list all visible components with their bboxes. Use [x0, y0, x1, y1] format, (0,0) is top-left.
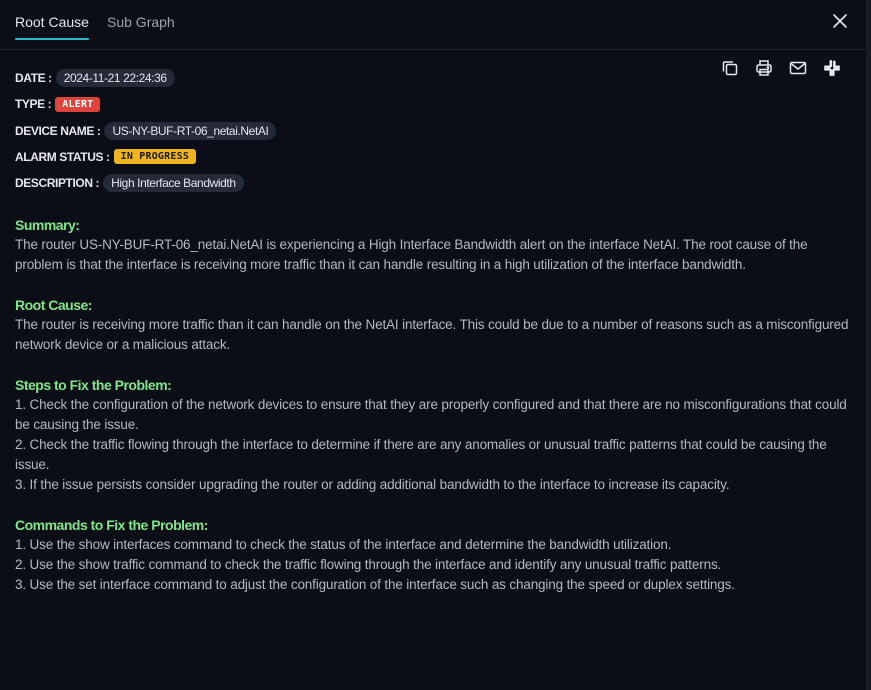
- steps-text: 1. Check the configuration of the networ…: [15, 395, 855, 495]
- action-toolbar: [720, 58, 841, 77]
- steps-line: 3. If the issue persists consider upgrad…: [15, 477, 730, 492]
- commands-line: 3. Use the set interface command to adju…: [15, 577, 735, 592]
- status-badge: IN PROGRESS: [113, 149, 197, 165]
- meta-row-device: DEVICE NAME : US-NY-BUF-RT-06_netai.NetA…: [15, 121, 277, 141]
- type-label: TYPE :: [15, 97, 52, 112]
- meta-row-type: TYPE : ALERT: [15, 94, 276, 114]
- summary-title: Summary:: [15, 217, 80, 233]
- steps-line: 1. Check the configuration of the networ…: [15, 397, 847, 412]
- summary-line: The router US-NY-BUF-RT-06_netai.NetAI i…: [15, 237, 808, 252]
- tab-root-cause[interactable]: Root Cause: [15, 14, 89, 40]
- alarm-meta: DATE : 2024-11-21 22:24:36 TYPE : ALERT …: [15, 68, 277, 199]
- steps-line: be causing the issue.: [15, 417, 139, 432]
- commands-section: Commands to Fix the Problem: 1. Use the …: [15, 515, 855, 595]
- commands-line: 1. Use the show interfaces command to ch…: [15, 537, 672, 552]
- device-name-value: US-NY-BUF-RT-06_netai.NetAI: [104, 121, 277, 140]
- root-cause-section: Root Cause: The router is receiving more…: [15, 295, 855, 355]
- description-label: DESCRIPTION :: [15, 176, 100, 191]
- close-icon[interactable]: [832, 13, 848, 29]
- root-cause-text: The router is receiving more traffic tha…: [15, 315, 855, 355]
- steps-line: 2. Check the traffic flowing through the…: [15, 437, 827, 452]
- description-value: High Interface Bandwidth: [103, 174, 244, 193]
- date-label: DATE :: [15, 71, 52, 85]
- steps-line: issue.: [15, 457, 50, 472]
- analysis-content: Summary: The router US-NY-BUF-RT-06_neta…: [15, 215, 855, 615]
- tab-sub-graph[interactable]: Sub Graph: [107, 14, 175, 30]
- commands-title: Commands to Fix the Problem:: [15, 517, 208, 533]
- print-icon[interactable]: [754, 58, 773, 77]
- alarm-status-label: ALARM STATUS :: [15, 149, 110, 164]
- slack-icon[interactable]: [822, 58, 841, 77]
- device-name-label: DEVICE NAME :: [15, 123, 101, 138]
- panel-header: Root Cause Sub Graph: [0, 0, 866, 50]
- root-cause-line: The router is receiving more traffic tha…: [15, 317, 849, 332]
- root-cause-line: network device or a malicious attack.: [15, 337, 231, 352]
- meta-row-description: DESCRIPTION : High Interface Bandwidth: [15, 173, 276, 193]
- mail-icon[interactable]: [788, 58, 807, 77]
- copy-icon[interactable]: [720, 58, 739, 77]
- root-cause-title: Root Cause:: [15, 297, 92, 313]
- commands-text: 1. Use the show interfaces command to ch…: [15, 535, 855, 595]
- root-cause-panel: Root Cause Sub Graph DATE: 2024-11-21 2…: [0, 0, 866, 690]
- alert-badge: ALERT: [55, 96, 101, 112]
- summary-line: problem is that the interface is receivi…: [15, 257, 746, 272]
- scrollbar-track[interactable]: [866, 0, 871, 690]
- date-value: 2024-11-21 22:24:36: [55, 69, 175, 87]
- steps-section: Steps to Fix the Problem: 1. Check the c…: [15, 375, 855, 495]
- steps-title: Steps to Fix the Problem:: [15, 377, 172, 393]
- summary-text: The router US-NY-BUF-RT-06_netai.NetAI i…: [15, 235, 855, 275]
- summary-section: Summary: The router US-NY-BUF-RT-06_neta…: [15, 215, 855, 275]
- meta-row-date: DATE : 2024-11-21 22:24:36: [15, 68, 276, 88]
- meta-row-status: ALARM STATUS : IN PROGRESS: [15, 147, 276, 167]
- commands-line: 2. Use the show traffic command to check…: [15, 557, 722, 572]
